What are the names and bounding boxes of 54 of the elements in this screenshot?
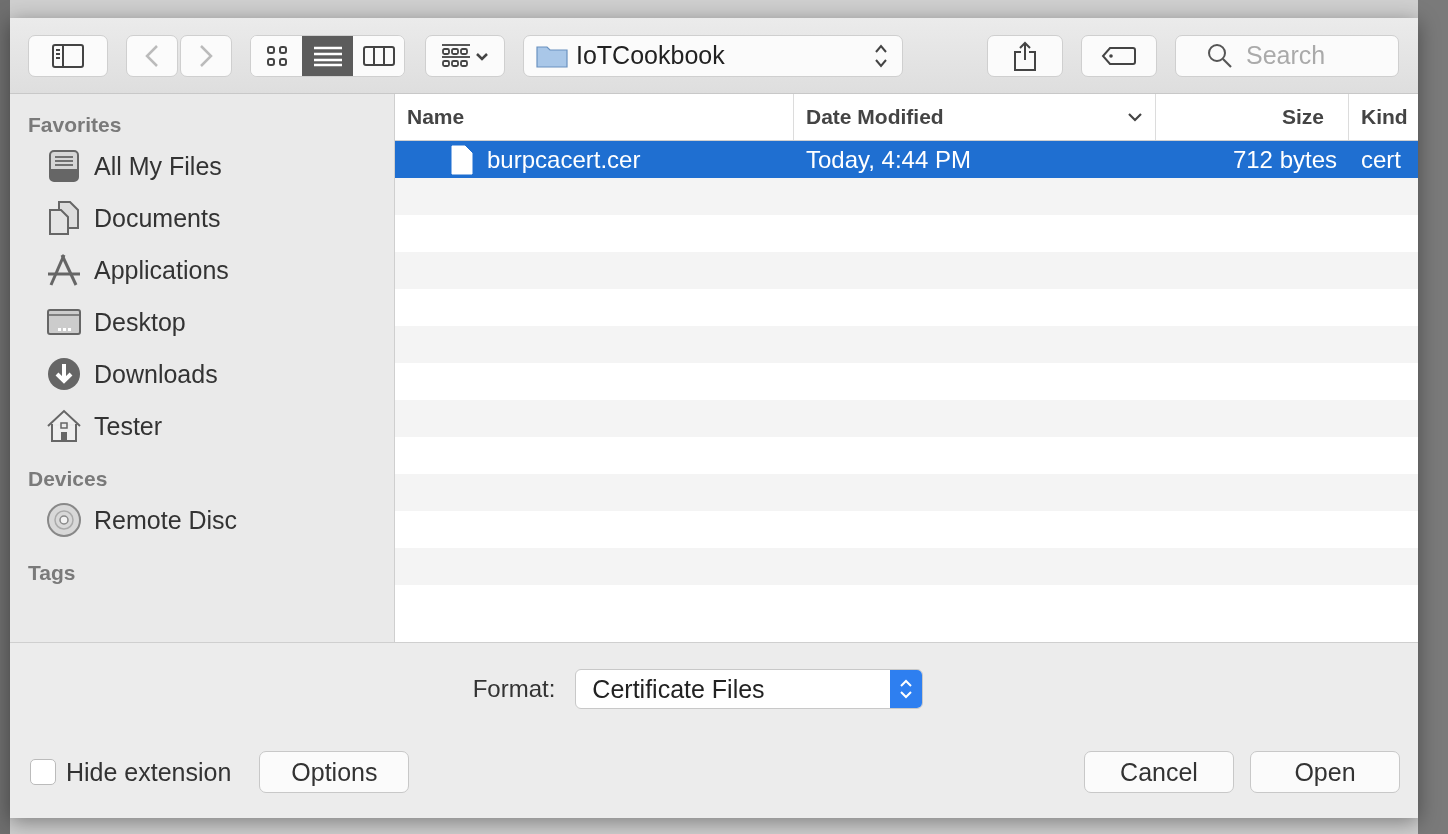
folder-icon xyxy=(536,43,568,68)
arrange-button[interactable] xyxy=(425,34,505,77)
sort-chevron-icon xyxy=(1127,112,1143,122)
cancel-button[interactable]: Cancel xyxy=(1084,751,1234,793)
tag-icon xyxy=(1101,45,1137,66)
sidebar-item[interactable]: Documents xyxy=(10,192,394,244)
sidebar-item[interactable]: Tester xyxy=(10,400,394,452)
columns-icon xyxy=(362,44,395,67)
table-cell: burpcacert.cer xyxy=(487,145,641,174)
share-icon xyxy=(1013,40,1037,71)
sidebar-item[interactable]: Remote Disc xyxy=(10,494,394,546)
search-icon xyxy=(1207,42,1233,69)
documents-icon xyxy=(46,200,82,236)
sidebar-item[interactable]: Applications xyxy=(10,244,394,296)
stepper-icon xyxy=(890,670,923,708)
file-row[interactable]: burpcacert.cer Today, 4:44 PM 712 bytes cert xyxy=(395,141,1418,178)
sidebar-item[interactable]: Downloads xyxy=(10,348,394,400)
sidebar-heading: Tags xyxy=(27,560,77,586)
arrange-icon xyxy=(441,43,489,68)
disc-icon xyxy=(46,502,82,538)
column-header[interactable]: Size xyxy=(1156,94,1349,140)
stepper-icon xyxy=(874,42,888,69)
document-icon xyxy=(451,144,473,175)
column-header[interactable]: Name xyxy=(395,94,794,140)
format-label: Format: xyxy=(472,675,556,703)
tray-icon xyxy=(46,148,82,184)
download-icon xyxy=(46,356,82,392)
checkbox-label: Hide extension xyxy=(66,757,232,787)
location-popup[interactable]: IoTCookbook xyxy=(523,34,903,77)
sidebar-heading: Devices xyxy=(27,466,109,492)
search-field[interactable]: Search xyxy=(1175,34,1399,77)
column-header[interactable]: Kind xyxy=(1349,94,1417,140)
chevron-left-icon xyxy=(145,43,159,68)
table-cell: Today, 4:44 PM xyxy=(806,145,971,174)
sidebar-toggle-button[interactable] xyxy=(28,34,108,77)
sidebar-item[interactable]: All My Files xyxy=(10,140,394,192)
app-store-icon xyxy=(46,252,82,288)
share-button[interactable] xyxy=(987,34,1063,77)
list-icon xyxy=(312,44,343,67)
grid-icon xyxy=(265,44,288,67)
view-mode-button[interactable] xyxy=(302,35,353,76)
options-button[interactable]: Options xyxy=(259,751,410,793)
sidebar-heading: Favorites xyxy=(27,112,123,138)
open-button[interactable]: Open xyxy=(1250,751,1400,793)
table-cell: 712 bytes xyxy=(1232,145,1337,174)
checkbox[interactable] xyxy=(30,759,56,785)
sidebar-icon xyxy=(52,43,84,68)
home-icon xyxy=(46,408,82,444)
column-header[interactable]: Date Modified xyxy=(794,94,1156,140)
tag-button[interactable] xyxy=(1081,34,1157,77)
sidebar-item[interactable]: Desktop xyxy=(10,296,394,348)
format-popup[interactable]: Certificate Files xyxy=(575,669,924,709)
chevron-right-icon xyxy=(199,43,213,68)
table-cell: cert xyxy=(1361,145,1401,174)
